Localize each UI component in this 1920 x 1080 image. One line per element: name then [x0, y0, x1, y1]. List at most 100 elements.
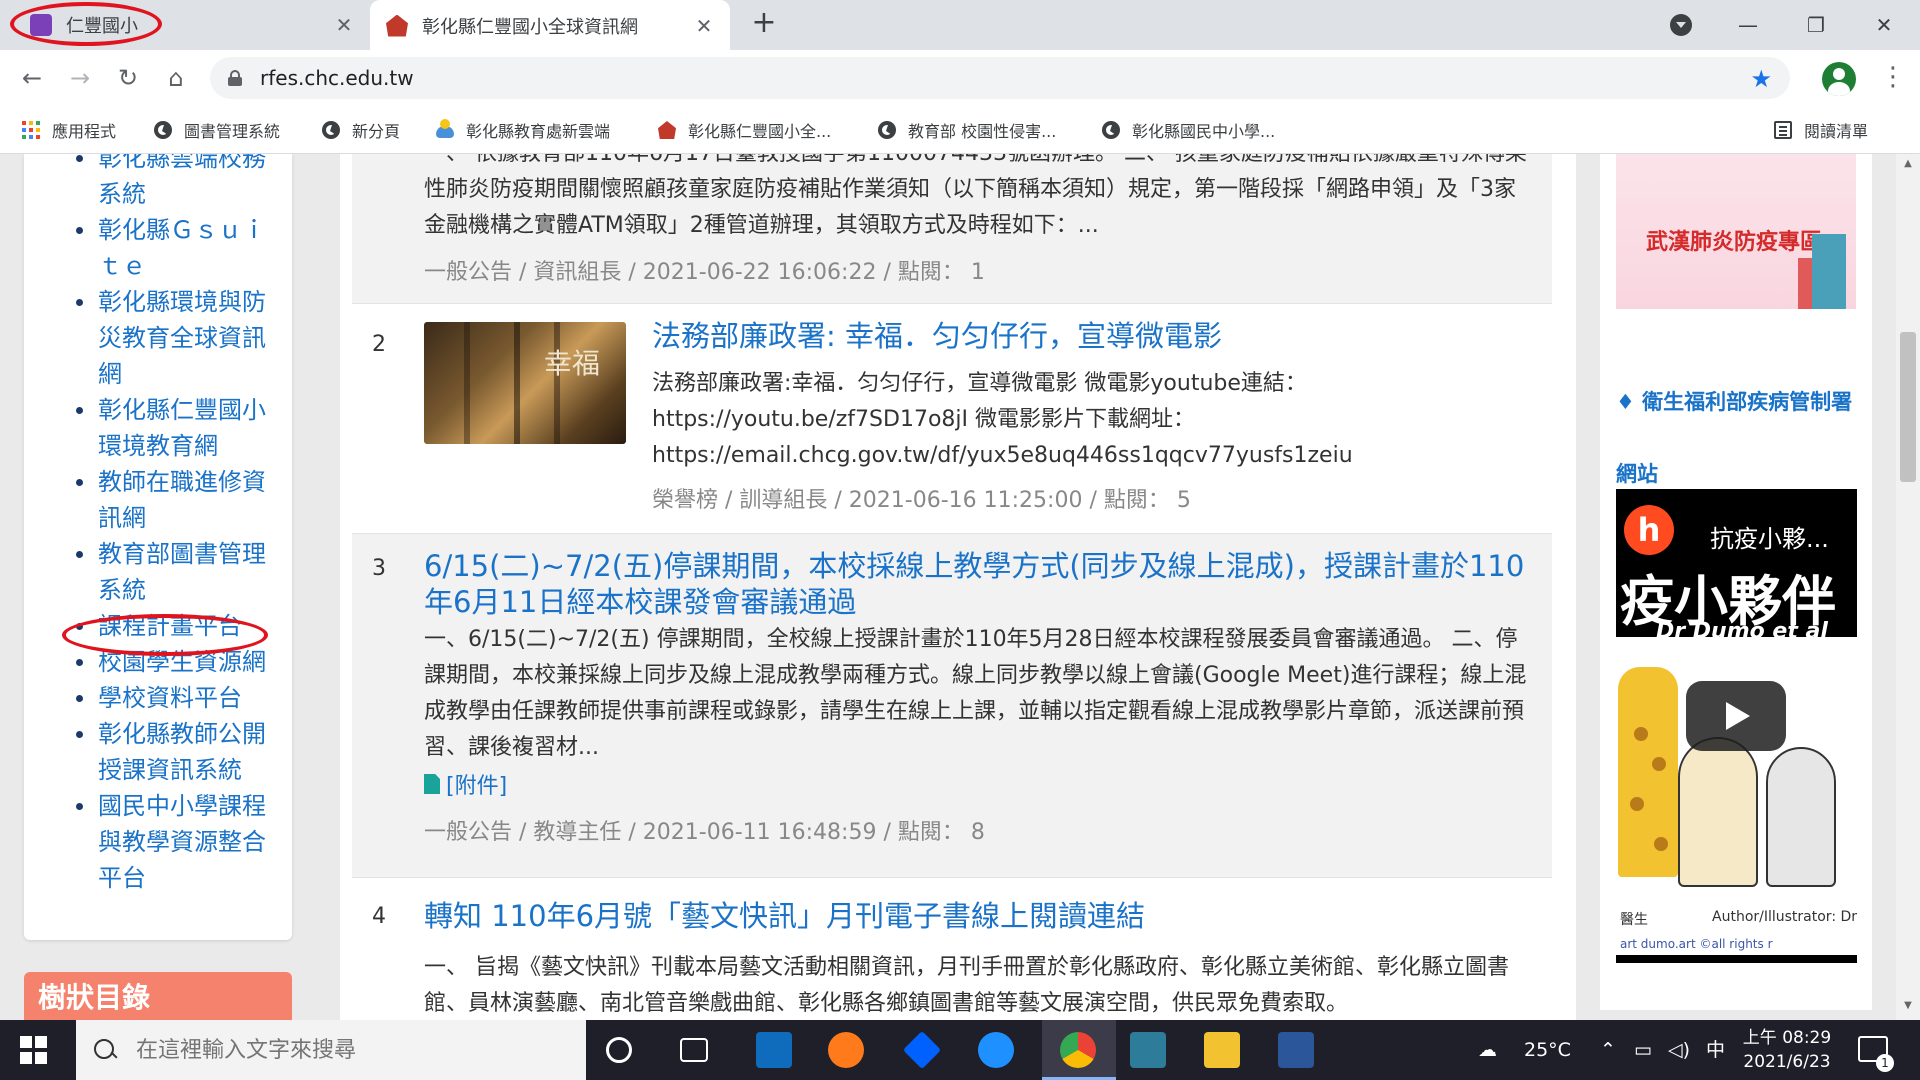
store-icon[interactable] — [1130, 1032, 1166, 1068]
bookmark-label: 閱讀清單 — [1804, 122, 1869, 141]
sidebar-link[interactable]: 彰化縣Ｇｓｕｉｔｅ — [24, 212, 292, 284]
bookmark-renfeng-school[interactable]: 彰化縣仁豐國小全... — [658, 116, 831, 144]
window-close-button[interactable]: ✕ — [1864, 8, 1904, 42]
weather-temperature[interactable]: 25°C — [1524, 1020, 1571, 1080]
bookmark-new-tab[interactable]: 新分頁 — [322, 116, 400, 144]
tab-search-icon[interactable] — [1670, 14, 1692, 36]
weather-icon[interactable]: ☁ — [1478, 1020, 1512, 1080]
firefox-icon[interactable] — [828, 1032, 864, 1068]
address-bar[interactable]: rfes.chc.edu.tw ★ — [210, 57, 1790, 99]
video-title: 抗疫小夥... — [1710, 525, 1829, 553]
bookmark-label: 新分頁 — [352, 122, 401, 141]
building-icon — [1798, 234, 1846, 309]
sidebar-link-course-plan[interactable]: 課程計畫平台 — [24, 608, 292, 644]
news-meta: 榮譽榜 / 訓導組長 / 2021-06-16 11:25:00 / 點閱： 5 — [652, 488, 1191, 513]
browser-toolbar: ← → ↻ ⌂ rfes.chc.edu.tw ★ ⋮ — [0, 50, 1920, 106]
cloud-icon — [436, 119, 454, 138]
embedded-video[interactable]: h 抗疫小夥... 疫小夥伴 Dr Dumo et al 醫生 Author/I… — [1616, 489, 1857, 963]
cortana-icon[interactable] — [606, 1037, 632, 1063]
back-button[interactable]: ← — [16, 62, 48, 94]
task-view-icon[interactable] — [680, 1038, 708, 1062]
rat-doctor-illustration — [1766, 747, 1836, 887]
chrome-icon[interactable] — [1060, 1032, 1096, 1068]
url-text[interactable]: rfes.chc.edu.tw — [260, 66, 414, 90]
school-profile-icon — [30, 14, 52, 36]
network-icon[interactable]: ▭ — [1634, 1020, 1652, 1080]
sidebar-link[interactable]: 彰化縣教師公開授課資訊系統 — [24, 716, 292, 788]
tree-directory-header[interactable]: 樹狀目錄 — [24, 972, 292, 1020]
taskbar-search[interactable] — [76, 1020, 586, 1080]
dropbox-icon[interactable] — [902, 1030, 942, 1070]
news-list: 一、 依據教育部110年6月17日臺教授國字第1100074433號函辦理。 二… — [340, 154, 1576, 1020]
play-icon[interactable] — [1686, 681, 1786, 751]
sidebar-link[interactable]: 彰化縣仁豐國小環境教育網 — [24, 392, 292, 464]
news-item: 一、 依據教育部110年6月17日臺教授國字第1100074433號函辦理。 二… — [352, 154, 1552, 304]
bookmark-label: 彰化縣國民中小學... — [1132, 122, 1276, 141]
bookmark-library-system[interactable]: 圖書管理系統 — [154, 116, 280, 144]
page-scrollbar[interactable]: ▲ ▼ — [1896, 154, 1920, 1020]
sidebar-link[interactable]: 彰化縣環境與防災教育全球資訊網 — [24, 284, 292, 392]
reading-list-button[interactable]: 閱讀清單 — [1774, 116, 1868, 144]
sidebar-link[interactable]: 彰化縣雲端校務系統 — [24, 154, 292, 212]
credit-footer: art dumo.art ©all rights r — [1620, 937, 1773, 951]
sidebar-link[interactable]: 國民中小學課程與教學資源整合平台 — [24, 788, 292, 896]
new-tab-button[interactable]: + — [748, 8, 780, 40]
news-attachment[interactable]: [附件] — [424, 768, 507, 800]
bookmark-apps[interactable]: 應用程式 — [22, 116, 116, 144]
news-number: 2 — [372, 332, 386, 357]
news-title[interactable]: 6/15(二)~7/2(五)停課期間，本校採線上教學方式(同步及線上混成)，授課… — [424, 548, 1536, 620]
news-title[interactable]: 法務部廉政署: 幸福．匀匀仔行，宣導微電影 — [652, 318, 1532, 354]
bookmark-star-icon[interactable]: ★ — [1750, 65, 1772, 93]
mail-icon[interactable] — [756, 1032, 792, 1068]
news-number: 3 — [372, 556, 386, 581]
globe-icon — [154, 121, 172, 139]
bookmark-county-schools[interactable]: 彰化縣國民中小學... — [1102, 116, 1275, 144]
home-button[interactable]: ⌂ — [160, 62, 192, 94]
apps-icon — [22, 121, 40, 139]
close-icon[interactable]: ✕ — [690, 14, 718, 38]
globe-icon — [1102, 121, 1120, 139]
close-icon[interactable]: ✕ — [330, 13, 358, 37]
minimize-button[interactable]: — — [1728, 8, 1768, 42]
clock-time: 上午 08:29 — [1742, 1028, 1832, 1048]
sidebar-link[interactable]: 教師在職進修資訊網 — [24, 464, 292, 536]
file-explorer-icon[interactable] — [1204, 1032, 1240, 1068]
video-illustration — [1616, 637, 1857, 907]
news-body: 一、6/15(二)~7/2(五) 停課期間，全校線上授課計畫於110年5月28日… — [424, 627, 1527, 760]
covid-banner[interactable]: 武漢肺炎防疫專區 — [1616, 154, 1856, 309]
sidebar-link[interactable]: 教育部圖書管理系統 — [24, 536, 292, 608]
tab-renfeng[interactable]: 仁豐國小 ✕ — [0, 0, 370, 50]
bookmarks-bar: 應用程式 圖書管理系統 新分頁 彰化縣教育處新雲端 彰化縣仁豐國小全... 教育… — [0, 106, 1920, 154]
credit-right: Author/Illustrator: Dr Lu — [1712, 909, 1857, 925]
page-content[interactable]: 彰化縣雲端校務系統 彰化縣Ｇｓｕｉｔｅ 彰化縣環境與防災教育全球資訊網 彰化縣仁… — [0, 154, 1920, 1020]
news-title[interactable]: 轉知 110年6月號「藝文快訊」月刊電子書線上閱讀連結 — [424, 898, 1536, 934]
edge-icon[interactable] — [978, 1032, 1014, 1068]
taskbar-search-input[interactable] — [136, 1037, 556, 1063]
sidebar-link[interactable]: 校園學生資源網 — [24, 644, 292, 680]
restore-button[interactable]: ❐ — [1796, 8, 1836, 42]
ime-indicator[interactable]: 中 — [1706, 1020, 1725, 1080]
tab-renfeng-website[interactable]: 彰化縣仁豐國小全球資訊網 ✕ — [370, 0, 730, 51]
scroll-down-icon[interactable]: ▼ — [1900, 1000, 1916, 1016]
profile-avatar[interactable] — [1822, 62, 1856, 96]
news-thumbnail[interactable]: 幸福 — [424, 322, 626, 444]
volume-icon[interactable]: ◁) — [1668, 1020, 1690, 1080]
scroll-up-icon[interactable]: ▲ — [1900, 158, 1916, 174]
taskbar-clock[interactable]: 上午 08:29 2021/6/23 — [1732, 1026, 1842, 1074]
windows-start-icon[interactable] — [20, 1036, 48, 1064]
news-body: 一、 依據教育部110年6月17日臺教授國字第1100074433號函辦理。 二… — [424, 154, 1527, 238]
reload-button[interactable]: ↻ — [112, 62, 144, 94]
sidebar-link[interactable]: 學校資料平台 — [24, 680, 292, 716]
reading-list-icon — [1774, 121, 1792, 139]
news-meta: 一般公告 / 教導主任 / 2021-06-11 16:48:59 / 點閱： … — [424, 820, 985, 845]
bookmark-moe-campus[interactable]: 教育部 校園性侵害... — [878, 116, 1056, 144]
news-body: 法務部廉政署:幸福．匀匀仔行，宣導微電影 微電影youtube連結：https:… — [652, 371, 1353, 468]
forward-button[interactable]: → — [64, 62, 96, 94]
word-icon[interactable] — [1278, 1032, 1314, 1068]
lock-icon[interactable] — [228, 70, 242, 86]
browser-menu-icon[interactable]: ⋮ — [1880, 62, 1906, 94]
bookmark-education-cloud[interactable]: 彰化縣教育處新雲端 — [436, 116, 610, 144]
tray-chevron-icon[interactable]: ⌃ — [1600, 1020, 1616, 1080]
scroll-thumb[interactable] — [1900, 332, 1916, 482]
tab-strip: 仁豐國小 ✕ 彰化縣仁豐國小全球資訊網 ✕ + — ❐ ✕ — [0, 0, 1920, 51]
